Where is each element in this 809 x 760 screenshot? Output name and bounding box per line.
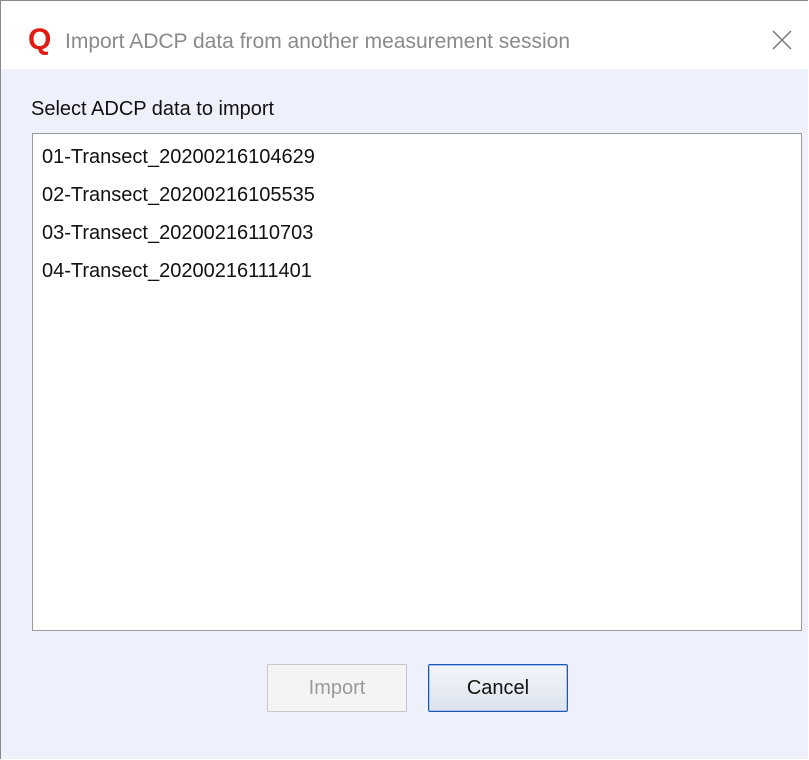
list-item[interactable]: 01-Transect_20200216104629: [33, 144, 801, 182]
list-item[interactable]: 03-Transect_20200216110703: [33, 220, 801, 258]
list-item[interactable]: 04-Transect_20200216111401: [33, 258, 801, 296]
select-data-label: Select ADCP data to import: [31, 98, 275, 120]
cancel-button[interactable]: Cancel: [428, 664, 568, 712]
close-icon: [772, 30, 792, 50]
transect-list[interactable]: 01-Transect_20200216104629 02-Transect_2…: [32, 133, 802, 631]
import-adcp-dialog: Q Import ADCP data from another measurem…: [0, 0, 808, 759]
app-logo-icon: Q: [28, 23, 52, 56]
close-button[interactable]: [765, 23, 799, 57]
import-button[interactable]: Import: [267, 664, 407, 712]
window-title: Import ADCP data from another measuremen…: [65, 30, 571, 53]
list-item[interactable]: 02-Transect_20200216105535: [33, 182, 801, 220]
title-bar: Q Import ADCP data from another measurem…: [1, 1, 808, 69]
